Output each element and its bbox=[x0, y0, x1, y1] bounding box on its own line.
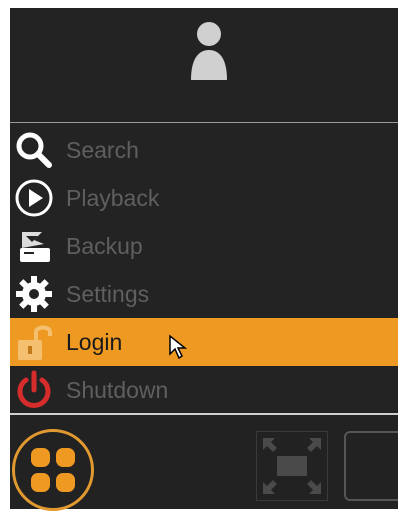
divider bbox=[10, 122, 398, 123]
mouse-cursor-icon bbox=[169, 334, 188, 360]
menu-item-label: Login bbox=[66, 329, 123, 355]
play-icon bbox=[12, 178, 56, 218]
menu-item-backup[interactable]: Backup bbox=[10, 222, 398, 270]
user-header bbox=[10, 8, 398, 122]
menu-item-label: Backup bbox=[66, 233, 143, 259]
gear-icon bbox=[12, 274, 56, 314]
menu-item-label: Settings bbox=[66, 281, 150, 307]
main-menu: Search Playback Backup Settings Login Sh… bbox=[10, 126, 398, 414]
search-icon bbox=[12, 130, 56, 170]
menu-item-label: Shutdown bbox=[66, 377, 169, 403]
menu-item-settings[interactable]: Settings bbox=[10, 270, 398, 318]
menu-item-search[interactable]: Search bbox=[10, 126, 398, 174]
grid-icon bbox=[31, 448, 75, 492]
menu-item-label: Playback bbox=[66, 185, 160, 211]
unlock-icon bbox=[12, 322, 56, 362]
fullscreen-button[interactable] bbox=[256, 431, 328, 501]
fullscreen-icon bbox=[263, 438, 321, 494]
power-icon bbox=[12, 370, 56, 410]
menu-item-login[interactable]: Login bbox=[10, 318, 398, 366]
layout-button[interactable] bbox=[344, 431, 398, 501]
start-menu-button[interactable] bbox=[12, 429, 94, 511]
backup-icon bbox=[12, 226, 56, 266]
menu-item-playback[interactable]: Playback bbox=[10, 174, 398, 222]
user-avatar-icon[interactable] bbox=[187, 18, 231, 82]
taskbar bbox=[10, 415, 398, 511]
menu-item-shutdown[interactable]: Shutdown bbox=[10, 366, 398, 414]
menu-panel: Search Playback Backup Settings Login Sh… bbox=[10, 8, 398, 511]
menu-item-label: Search bbox=[66, 137, 139, 163]
